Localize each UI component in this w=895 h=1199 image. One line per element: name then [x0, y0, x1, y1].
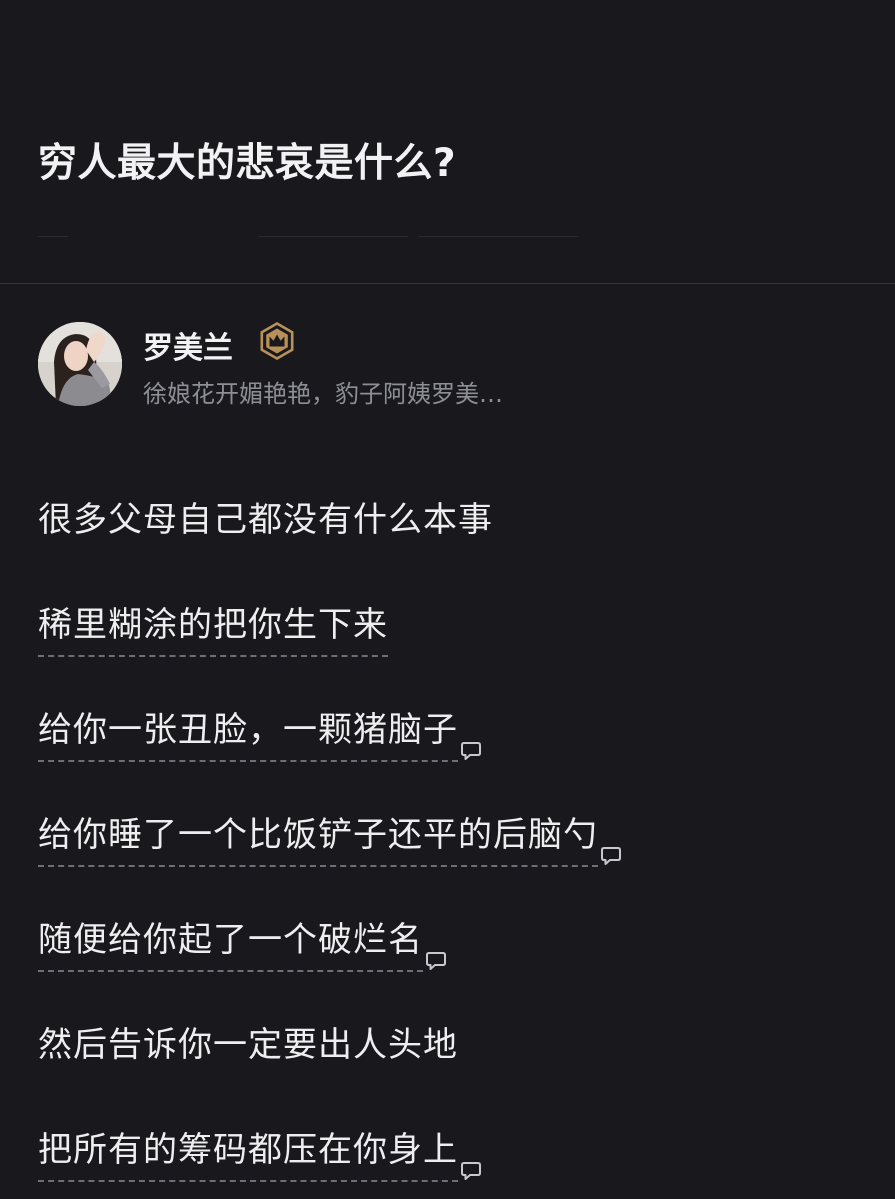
highlighted-text[interactable]: 给你睡了一个比饭铲子还平的后脑勺	[38, 807, 598, 867]
answer-line: 把所有的筹码都压在你身上	[38, 1122, 482, 1182]
answer-line: 随便给你起了一个破烂名	[38, 912, 447, 972]
highlighted-text[interactable]: 稀里糊涂的把你生下来	[38, 597, 388, 657]
section-divider	[0, 283, 895, 284]
answer-line: 给你一张丑脸，一颗猪脑子	[38, 702, 482, 762]
header-faint-line	[38, 236, 68, 237]
answer-line: 很多父母自己都没有什么本事	[38, 492, 493, 552]
comment-bubble-icon[interactable]	[460, 740, 482, 762]
answer-line: 然后告诉你一定要出人头地	[38, 1017, 458, 1077]
question-header: 穷人最大的悲哀是什么?	[0, 0, 895, 284]
comment-bubble-icon[interactable]	[460, 1160, 482, 1182]
comment-bubble-icon[interactable]	[600, 845, 622, 867]
answer-line-text: 然后告诉你一定要出人头地	[38, 1025, 458, 1065]
avatar-image	[38, 322, 122, 406]
crown-badge-icon[interactable]	[258, 322, 296, 360]
avatar[interactable]	[38, 322, 122, 406]
answer-line-text: 很多父母自己都没有什么本事	[38, 500, 493, 540]
header-faint-line	[258, 236, 408, 237]
header-faint-line	[418, 236, 578, 237]
comment-bubble-icon[interactable]	[425, 950, 447, 972]
highlighted-text[interactable]: 给你一张丑脸，一颗猪脑子	[38, 702, 458, 762]
highlighted-text[interactable]: 把所有的筹码都压在你身上	[38, 1122, 458, 1182]
question-title[interactable]: 穷人最大的悲哀是什么?	[38, 132, 456, 188]
highlighted-text[interactable]: 随便给你起了一个破烂名	[38, 912, 423, 972]
author-name[interactable]: 罗美兰	[143, 323, 233, 367]
answer-line: 给你睡了一个比饭铲子还平的后脑勺	[38, 807, 622, 867]
author-bio[interactable]: 徐娘花开媚艳艳，豹子阿姨罗美…	[143, 374, 503, 409]
answer-line: 稀里糊涂的把你生下来	[38, 597, 388, 657]
author-row[interactable]: 罗美兰 徐娘花开媚艳艳，豹子阿姨罗美…	[38, 320, 858, 410]
